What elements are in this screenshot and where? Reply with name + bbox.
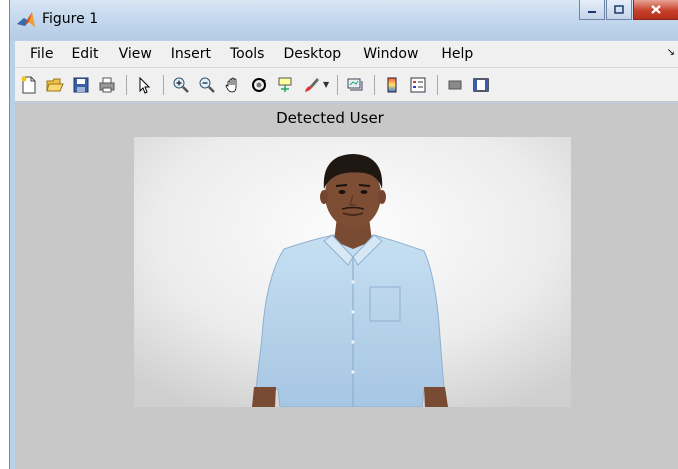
minimize-button[interactable] xyxy=(579,0,605,20)
print-icon xyxy=(99,77,115,92)
colorbar-icon xyxy=(387,77,397,92)
pointer-button[interactable] xyxy=(133,74,155,96)
open-file-icon xyxy=(46,78,64,91)
toolbar-separator xyxy=(163,74,164,95)
close-button[interactable] xyxy=(633,0,678,20)
menu-edit[interactable]: Edit xyxy=(71,46,98,62)
legend-button[interactable] xyxy=(407,74,429,96)
data-cursor-button[interactable] xyxy=(274,74,296,96)
link-plot-button[interactable] xyxy=(344,74,366,96)
figure-canvas: Detected User xyxy=(15,103,678,469)
brush-button[interactable] xyxy=(300,74,322,96)
rotate-3d-icon xyxy=(252,77,266,92)
minimize-icon xyxy=(588,10,596,13)
menu-tools[interactable]: Tools xyxy=(230,46,265,62)
hide-plot-tools-button[interactable] xyxy=(444,74,466,96)
toolbar-separator xyxy=(126,74,127,95)
menu-view[interactable]: View xyxy=(119,46,152,62)
toolbar-separator xyxy=(374,74,376,95)
pan-hand-icon xyxy=(225,77,237,92)
show-plot-tools-icon xyxy=(473,77,489,92)
save-icon xyxy=(73,77,89,92)
link-plot-icon xyxy=(347,78,363,90)
person-photo xyxy=(134,137,571,407)
title-bar[interactable]: Figure 1 xyxy=(10,0,678,40)
maximize-button[interactable] xyxy=(606,0,632,20)
figure-window: Figure 1 File Edit View Insert Tools Des… xyxy=(9,0,678,469)
window-title: Figure 1 xyxy=(42,11,99,27)
menu-bar: File Edit View Insert Tools Desktop Wind… xyxy=(15,41,678,68)
zoom-out-icon xyxy=(199,77,215,93)
brush-icon xyxy=(305,77,319,92)
menu-desktop[interactable]: Desktop xyxy=(283,46,341,62)
window-controls xyxy=(578,0,678,22)
new-figure-button[interactable] xyxy=(18,74,40,96)
toolbar-separator xyxy=(337,74,339,95)
maximize-icon xyxy=(614,5,624,14)
data-cursor-icon xyxy=(278,77,292,92)
plot-title: Detected User xyxy=(276,109,384,127)
matlab-logo-icon xyxy=(17,12,35,27)
save-button[interactable] xyxy=(70,74,92,96)
show-plot-tools-button[interactable] xyxy=(470,74,492,96)
zoom-in-icon xyxy=(173,77,189,93)
legend-icon xyxy=(410,77,426,92)
toolbar-separator xyxy=(437,74,439,95)
colorbar-button[interactable] xyxy=(381,74,403,96)
menu-help[interactable]: Help xyxy=(441,46,473,62)
zoom-in-button[interactable] xyxy=(170,74,192,96)
print-button[interactable] xyxy=(96,74,118,96)
zoom-out-button[interactable] xyxy=(196,74,218,96)
rotate-3d-button[interactable] xyxy=(248,74,270,96)
close-icon xyxy=(651,5,661,14)
menu-insert[interactable]: Insert xyxy=(171,46,211,62)
menu-file[interactable]: File xyxy=(30,46,53,62)
toolbar: ▼ xyxy=(15,68,678,102)
detected-user-image xyxy=(134,137,571,407)
pointer-icon xyxy=(139,76,151,94)
pan-button[interactable] xyxy=(222,74,244,96)
brush-dropdown-arrow-icon[interactable]: ▼ xyxy=(323,80,329,89)
menubar-dock-arrow-icon[interactable]: ↘ xyxy=(667,47,675,58)
menu-window[interactable]: Window xyxy=(363,46,418,62)
open-file-button[interactable] xyxy=(44,74,66,96)
new-figure-icon xyxy=(21,76,36,93)
hide-plot-tools-icon xyxy=(448,80,462,89)
